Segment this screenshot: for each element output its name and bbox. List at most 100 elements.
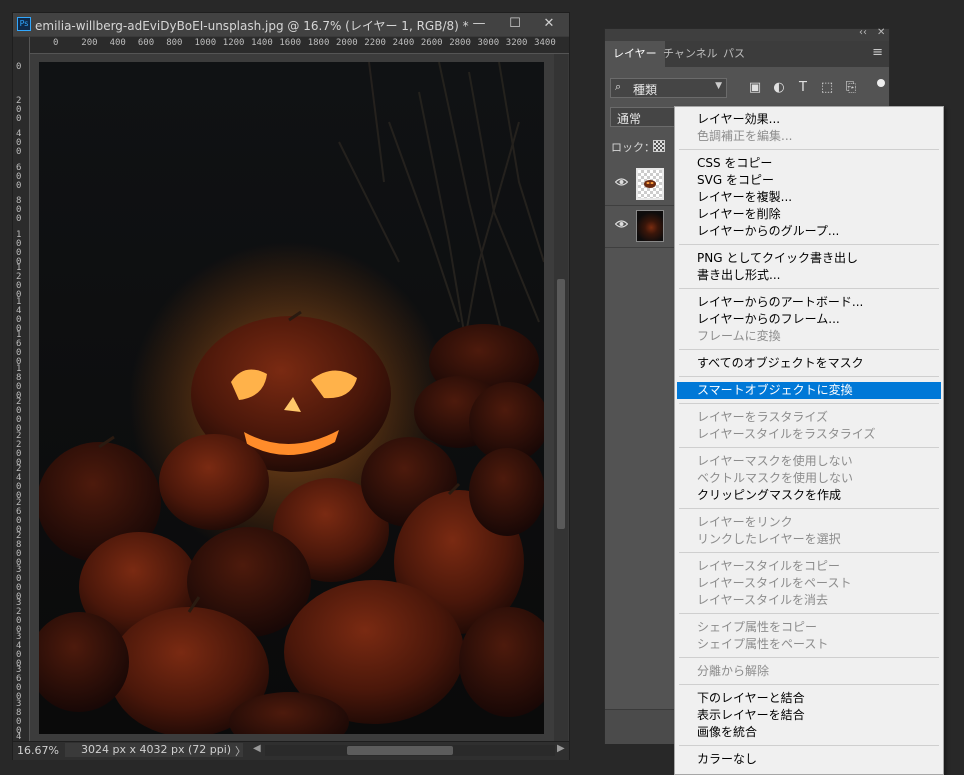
canvas-area[interactable]	[30, 54, 554, 741]
eye-icon[interactable]	[615, 177, 628, 187]
zoom-level[interactable]: 16.67%	[17, 744, 59, 757]
menu-item: フレームに変換	[697, 329, 781, 343]
ruler-tick-label: 3600	[16, 665, 22, 702]
blend-mode-label: 通常	[617, 112, 642, 126]
ruler-tick-label: 600	[137, 38, 155, 48]
menu-item[interactable]: 画像を統合	[677, 724, 941, 741]
menu-separator	[679, 244, 939, 245]
ruler-tick-label: 400	[16, 129, 22, 157]
horizontal-scrollbar[interactable]	[265, 745, 555, 756]
menu-separator	[679, 376, 939, 377]
menu-item[interactable]: PNG としてクイック書き出し	[677, 250, 941, 267]
vertical-scrollbar[interactable]	[554, 54, 568, 741]
horizontal-ruler[interactable]: 0 200 400 600 800 1000 1200 1400 1600 1800 2000 220…	[29, 37, 569, 54]
document-title: emilia-willberg-adEviDyBoEI-unsplash.jpg…	[35, 19, 469, 33]
menu-item[interactable]: レイヤーからのアートボード...	[677, 294, 941, 311]
type-filter-icon[interactable]: T	[796, 81, 810, 95]
minimize-button[interactable]: —	[461, 13, 497, 36]
menu-item[interactable]: 下のレイヤーと結合	[677, 690, 941, 707]
menu-item: レイヤースタイルを消去	[697, 593, 829, 607]
menu-separator	[679, 508, 939, 509]
filter-toggle[interactable]	[877, 79, 885, 95]
ruler-tick-label: 400	[109, 38, 126, 48]
menu-item: レイヤースタイルをペースト	[697, 576, 852, 590]
shape-filter-icon[interactable]: ⬚	[820, 81, 834, 95]
smart-object-filter-icon[interactable]: ⎘	[844, 81, 858, 95]
image-filter-icon[interactable]: ▣	[748, 81, 762, 95]
menu-separator	[679, 447, 939, 448]
menu-item[interactable]: クリッピングマスクを作成	[677, 487, 941, 504]
document-window: Ps emilia-willberg-adEviDyBoEI-unsplash.…	[12, 12, 570, 760]
menu-separator	[679, 684, 939, 685]
menu-item: リンクしたレイヤーを選択	[697, 532, 841, 546]
menu-item[interactable]: レイヤーからのフレーム...	[677, 311, 941, 328]
menu-item[interactable]: 書き出し形式...	[677, 267, 941, 284]
menu-item: シェイプ属性をペースト	[697, 637, 829, 651]
ruler-tick-label: 2200	[16, 430, 22, 468]
menu-separator	[679, 403, 939, 404]
ruler-tick-label: 0	[16, 62, 22, 72]
scroll-left-arrow-icon[interactable]: ◀	[253, 743, 261, 754]
panel-tabs: レイヤー チャンネル パス ≡	[605, 41, 889, 67]
ruler-tick-label: 2800	[449, 38, 471, 48]
ruler-tick-label: 0	[53, 38, 59, 48]
ruler-tick-label: 1600	[279, 38, 302, 48]
panel-menu-icon[interactable]: ≡	[872, 45, 883, 60]
menu-item[interactable]: レイヤーからのグループ...	[677, 223, 941, 240]
menu-item: ベクトルマスクを使用しない	[697, 471, 854, 485]
menu-separator	[679, 657, 939, 658]
restore-button[interactable]: ☐	[497, 13, 533, 36]
document-size-info: 3024 px x 4032 px (72 ppi)	[65, 743, 243, 757]
ruler-tick-label: 1000	[194, 38, 217, 48]
menu-item[interactable]: レイヤーを複製...	[677, 189, 941, 206]
status-menu-arrow[interactable]: 〉	[235, 743, 246, 759]
search-icon: ⌕	[615, 80, 622, 93]
vertical-ruler[interactable]: 0 200 400 600 800 1000 1200 1400 1600 1800 2000 220…	[13, 37, 30, 741]
close-panel-icon[interactable]: ✕	[877, 27, 885, 38]
blend-mode-dropdown[interactable]: 通常	[610, 107, 680, 127]
menu-separator	[679, 349, 939, 350]
menu-item[interactable]: レイヤーを削除	[677, 206, 941, 223]
horizontal-scroll-thumb[interactable]	[347, 746, 453, 755]
ruler-tick-label: 1800	[307, 38, 330, 48]
eye-icon[interactable]	[615, 219, 628, 229]
tab-paths[interactable]: パス	[715, 41, 753, 67]
menu-item: レイヤーマスクを使用しない	[697, 454, 853, 468]
menu-separator	[679, 288, 939, 289]
chevron-down-icon: ▼	[715, 81, 722, 91]
vertical-scroll-thumb[interactable]	[557, 279, 565, 529]
ruler-tick-label: 3000	[477, 38, 500, 48]
menu-item[interactable]: カラーなし	[677, 751, 941, 768]
lock-label: ロック：	[611, 141, 655, 154]
menu-item: レイヤーをリンク	[697, 515, 793, 529]
layer-context-menu: レイヤー効果... 色調補正を編集... CSS をコピー SVG をコピー レイヤーを…	[674, 106, 944, 775]
menu-separator	[679, 745, 939, 746]
photoshop-app-icon: Ps	[17, 17, 31, 31]
ruler-tick-label: 800	[16, 196, 22, 224]
ruler-tick-label: 3400	[534, 38, 556, 48]
document-titlebar[interactable]: Ps emilia-willberg-adEviDyBoEI-unsplash.…	[13, 13, 569, 36]
menu-item[interactable]: 表示レイヤーを結合	[677, 707, 941, 724]
ruler-tick-label: 3400	[16, 631, 22, 669]
menu-separator	[679, 552, 939, 553]
menu-item[interactable]: レイヤー効果...	[677, 111, 941, 128]
scroll-right-arrow-icon[interactable]: ▶	[557, 743, 565, 754]
ruler-tick-label: 1400	[16, 296, 22, 334]
lock-transparent-pixels-icon[interactable]	[653, 140, 665, 152]
menu-separator	[679, 613, 939, 614]
menu-item[interactable]: SVG をコピー	[677, 172, 941, 189]
document-image[interactable]	[39, 62, 544, 734]
adjustment-filter-icon[interactable]: ◐	[772, 81, 786, 95]
menu-item: 分離から解除	[697, 664, 770, 678]
menu-item[interactable]: CSS をコピー	[677, 155, 941, 172]
ruler-tick-label: 200	[16, 95, 22, 124]
layer-filter-dropdown[interactable]: ⌕ 種類 ▼	[610, 78, 727, 98]
close-button[interactable]: ✕	[531, 13, 567, 36]
menu-item[interactable]: スマートオブジェクトに変換	[677, 382, 941, 399]
menu-separator	[679, 149, 939, 150]
menu-item: レイヤーをラスタライズ	[697, 410, 829, 424]
status-bar: 16.67% 3024 px x 4032 px (72 ppi) 〉 ◀ ▶	[13, 741, 569, 760]
collapse-panel-icon[interactable]: ‹‹	[859, 27, 867, 38]
pumpkin-photo	[39, 62, 544, 734]
menu-item[interactable]: すべてのオブジェクトをマスク	[677, 355, 941, 372]
